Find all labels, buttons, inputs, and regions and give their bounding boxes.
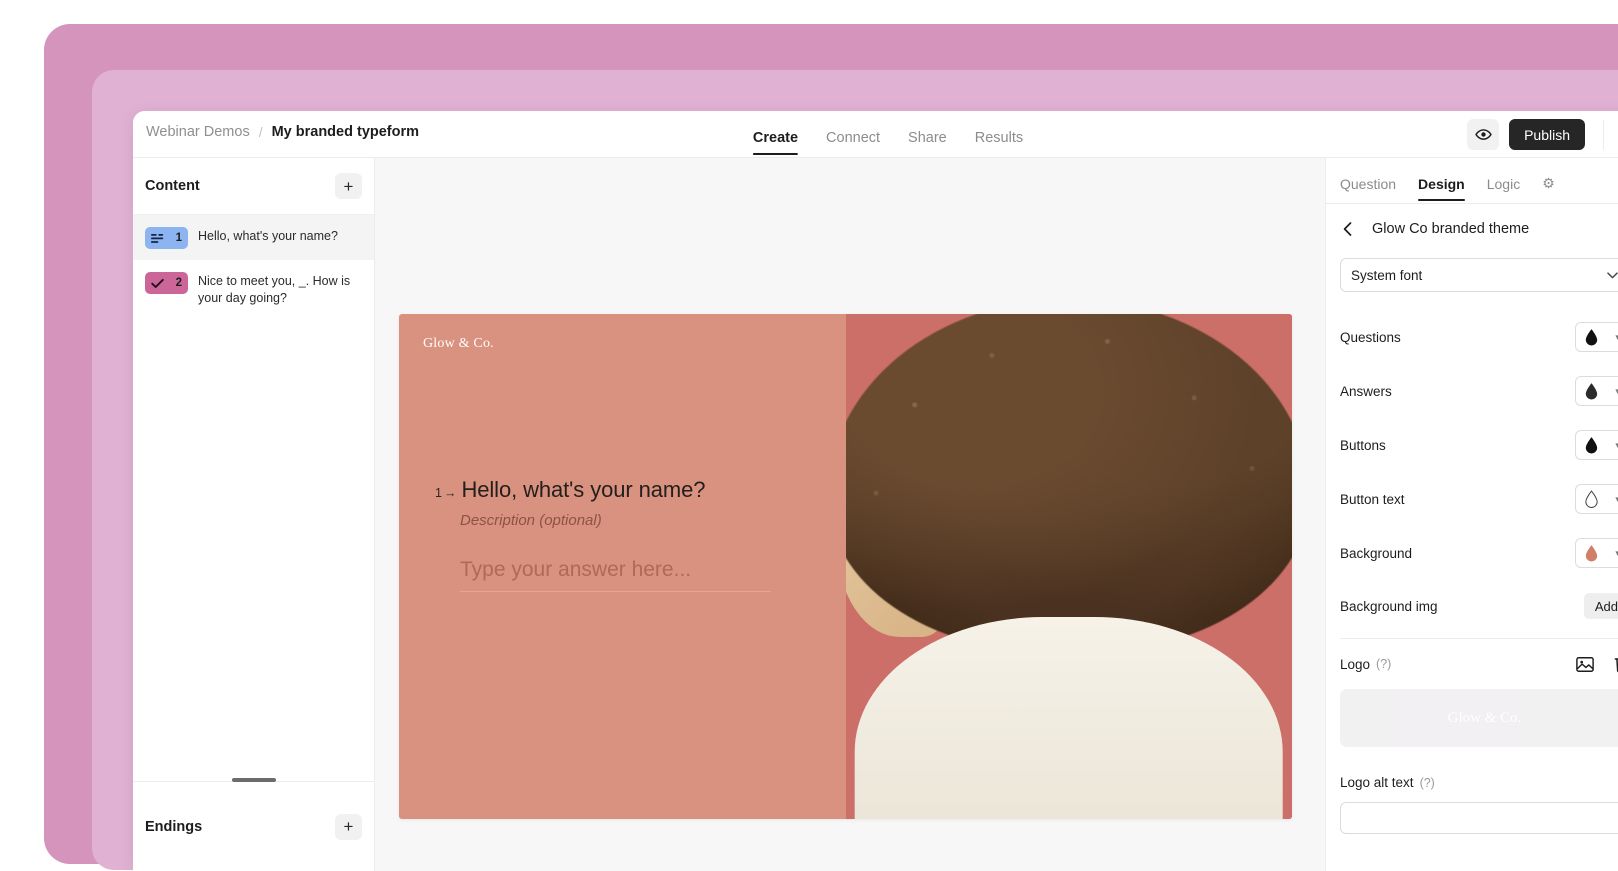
form-description-placeholder[interactable]: Description (optional) — [460, 512, 818, 529]
breadcrumb-separator: / — [259, 124, 263, 140]
question-number: 2 — [176, 277, 182, 289]
form-answer-input[interactable]: Type your answer here... — [460, 558, 771, 592]
tab-settings[interactable]: ⚙ — [1542, 175, 1555, 203]
design-panel: Question Design Logic ⚙ Glow Co branded … — [1325, 158, 1618, 871]
logo-alt-input[interactable] — [1340, 802, 1618, 834]
color-swatch-buttons[interactable]: ▾ — [1575, 430, 1618, 460]
logo-alt-label-row: Logo alt text (?) — [1326, 775, 1618, 790]
endings-section: Endings + — [133, 781, 374, 871]
color-row-label: Questions — [1340, 330, 1401, 345]
list-item[interactable]: 1 Hello, what's your name? — [133, 215, 374, 260]
short-text-icon — [151, 233, 164, 243]
color-swatch-questions[interactable]: ▾ — [1575, 322, 1618, 352]
tab-share[interactable]: Share — [908, 116, 947, 158]
theme-header: Glow Co branded theme — [1326, 204, 1618, 254]
chevron-down-icon — [1607, 272, 1618, 279]
form-question-number: 1→ — [435, 486, 456, 500]
tab-results[interactable]: Results — [975, 116, 1023, 158]
sidebar-drag-handle[interactable] — [232, 778, 276, 782]
theme-color-list: Questions ▾ Answers — [1326, 310, 1618, 580]
form-question-line: 1→ Hello, what's your name? — [435, 477, 818, 503]
screenshot-stage: Webinar Demos / My branded typeform Crea… — [0, 0, 1618, 848]
droplet-icon — [1584, 328, 1599, 346]
list-item[interactable]: 2 Nice to meet you, _. How is your day g… — [133, 260, 374, 318]
top-bar-actions: Publish — [1467, 119, 1618, 150]
sidebar-header: Content + — [133, 158, 374, 215]
image-icon[interactable] — [1576, 656, 1594, 673]
color-row-label: Background — [1340, 546, 1412, 561]
form-question-title[interactable]: Hello, what's your name? — [461, 477, 705, 503]
add-ending-button[interactable]: + — [335, 814, 362, 840]
tab-create[interactable]: Create — [753, 116, 798, 158]
form-question-index: 1 — [435, 486, 442, 500]
logo-label: Logo — [1340, 657, 1370, 672]
form-preview-left: Glow & Co. 1→ Hello, what's your name? D… — [399, 314, 846, 819]
tab-connect[interactable]: Connect — [826, 116, 880, 158]
logo-label-group: Logo (?) — [1340, 657, 1391, 672]
logo-preview[interactable]: Glow & Co. — [1340, 689, 1618, 747]
tab-logic[interactable]: Logic — [1487, 176, 1520, 203]
question-badge: 1 — [145, 227, 188, 249]
list-item-label: Nice to meet you, _. How is your day goi… — [198, 271, 362, 307]
color-swatch-background[interactable]: ▾ — [1575, 538, 1618, 568]
background-image-row: Background img Add — [1326, 580, 1618, 632]
color-row-label: Answers — [1340, 384, 1392, 399]
publish-button[interactable]: Publish — [1509, 119, 1585, 150]
form-canvas: Glow & Co. 1→ Hello, what's your name? D… — [375, 158, 1325, 871]
font-select[interactable]: System font — [1340, 258, 1618, 292]
tab-question[interactable]: Question — [1340, 176, 1396, 203]
logo-help-icon[interactable]: (?) — [1376, 657, 1391, 671]
list-item-label: Hello, what's your name? — [198, 226, 338, 245]
app-window: Webinar Demos / My branded typeform Crea… — [133, 111, 1618, 871]
add-content-button[interactable]: + — [335, 173, 362, 199]
logo-alt-label: Logo alt text — [1340, 775, 1414, 790]
endings-title: Endings — [145, 819, 202, 835]
checkmark-icon — [151, 278, 164, 289]
breadcrumb-workspace[interactable]: Webinar Demos — [146, 124, 250, 140]
portrait-photo — [846, 314, 1293, 819]
droplet-icon — [1584, 382, 1599, 400]
question-badge: 2 — [145, 272, 188, 294]
color-swatch-button-text[interactable]: ▾ — [1575, 484, 1618, 514]
main-tabs: Create Connect Share Results — [753, 111, 1023, 158]
page-title: Content — [145, 178, 200, 194]
toolbar-divider — [1603, 120, 1604, 150]
workspace-body: Content + — [133, 158, 1618, 871]
form-preview-image — [846, 314, 1293, 819]
form-logo: Glow & Co. — [423, 336, 494, 352]
color-row-questions: Questions ▾ — [1326, 310, 1618, 364]
arrow-right-icon: → — [444, 486, 457, 500]
logo-actions — [1576, 655, 1618, 673]
color-row-label: Button text — [1340, 492, 1405, 507]
droplet-icon — [1584, 490, 1599, 508]
color-swatch-answers[interactable]: ▾ — [1575, 376, 1618, 406]
background-image-label: Background img — [1340, 599, 1438, 614]
droplet-icon — [1584, 544, 1599, 562]
question-number: 1 — [176, 232, 182, 244]
form-question-block: 1→ Hello, what's your name? Description … — [435, 477, 818, 592]
breadcrumb: Webinar Demos / My branded typeform — [146, 124, 419, 140]
trash-icon[interactable] — [1614, 655, 1618, 673]
add-background-image-button[interactable]: Add — [1584, 593, 1618, 619]
color-row-button-text: Button text ▾ — [1326, 472, 1618, 526]
breadcrumb-current[interactable]: My branded typeform — [272, 124, 419, 140]
theme-name: Glow Co branded theme — [1372, 221, 1529, 237]
question-list: 1 Hello, what's your name? 2 — [133, 215, 374, 781]
chevron-left-icon[interactable] — [1340, 222, 1354, 236]
tab-design[interactable]: Design — [1418, 176, 1465, 203]
color-row-label: Buttons — [1340, 438, 1386, 453]
top-bar: Webinar Demos / My branded typeform Crea… — [133, 111, 1618, 158]
eye-icon — [1475, 126, 1492, 143]
font-select-value: System font — [1351, 268, 1422, 283]
design-panel-tabs: Question Design Logic ⚙ — [1326, 158, 1618, 204]
logo-row: Logo (?) — [1326, 639, 1618, 689]
color-row-buttons: Buttons ▾ — [1326, 418, 1618, 472]
form-preview-card: Glow & Co. 1→ Hello, what's your name? D… — [399, 314, 1292, 819]
content-sidebar: Content + — [133, 158, 375, 871]
color-row-background: Background ▾ — [1326, 526, 1618, 580]
logo-alt-help-icon[interactable]: (?) — [1420, 776, 1435, 790]
color-row-answers: Answers ▾ — [1326, 364, 1618, 418]
preview-button[interactable] — [1467, 119, 1499, 150]
droplet-icon — [1584, 436, 1599, 454]
